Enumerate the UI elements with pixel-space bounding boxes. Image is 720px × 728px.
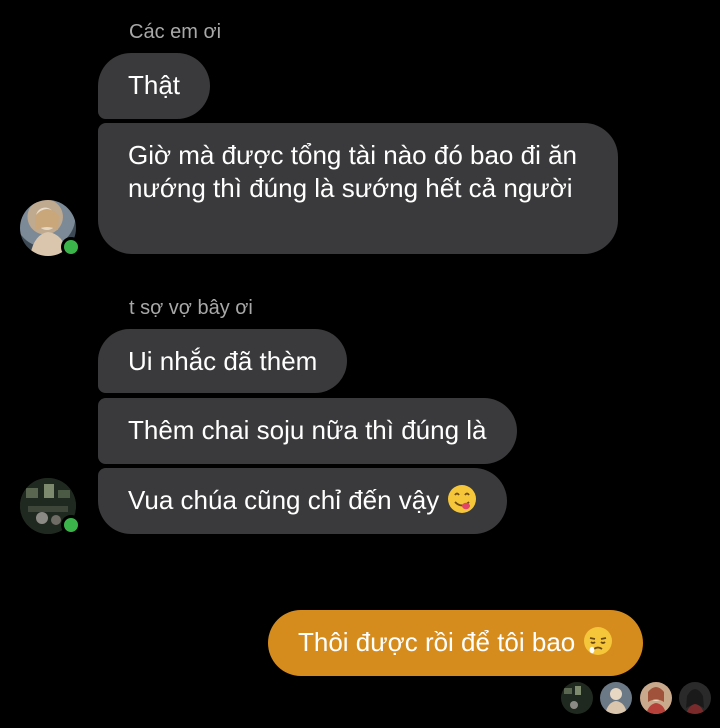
online-status-dot	[61, 515, 81, 535]
face-savoring-food-emoji	[447, 484, 477, 514]
outgoing-message-bubble[interactable]: Thôi được rồi để tôi bao	[268, 610, 643, 676]
message-bubble[interactable]: Thật	[98, 53, 211, 119]
seen-avatar[interactable]	[561, 682, 593, 714]
seen-avatar[interactable]	[640, 682, 672, 714]
seen-avatar[interactable]	[679, 682, 711, 714]
message-bubble[interactable]: Vua chúa cũng chỉ đến vậy	[98, 468, 507, 534]
sleepy-face-emoji	[583, 626, 613, 656]
message-text: Thôi được rồi để tôi bao	[298, 627, 576, 657]
message-text: Thêm chai soju nữa thì đúng là	[128, 415, 487, 445]
sender-name: t sợ vợ bây ơi	[129, 297, 253, 319]
sender-name: Các em ơi	[129, 21, 222, 43]
message-text: Vua chúa cũng chỉ đến vậy	[128, 485, 440, 515]
online-status-dot	[61, 237, 81, 257]
message-bubble[interactable]: Thêm chai soju nữa thì đúng là	[98, 398, 517, 464]
message-text: Thật	[128, 70, 181, 100]
seen-avatar[interactable]	[600, 682, 632, 714]
message-text: Giờ mà được tổng tài nào đó bao đi ăn nư…	[128, 140, 577, 203]
message-text: Ui nhắc đã thèm	[128, 346, 318, 376]
message-bubble[interactable]: Giờ mà được tổng tài nào đó bao đi ăn nư…	[98, 123, 618, 254]
message-bubble[interactable]: Ui nhắc đã thèm	[98, 329, 348, 393]
